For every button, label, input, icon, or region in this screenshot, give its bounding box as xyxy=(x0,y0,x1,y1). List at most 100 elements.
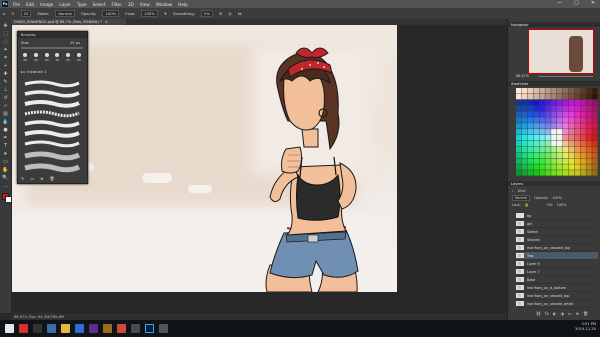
brush-preset-5[interactable]: 25 xyxy=(64,53,72,65)
visibility-icon[interactable] xyxy=(518,222,521,225)
type-tool-icon[interactable]: T xyxy=(2,143,9,149)
opacity-input[interactable]: 100% xyxy=(102,10,120,17)
brush-preset-1[interactable]: 30 xyxy=(21,53,29,65)
dodge-tool-icon[interactable]: ● xyxy=(2,127,9,133)
visibility-icon[interactable] xyxy=(518,278,521,281)
layer-row[interactable]: marlhary_on_showed_top xyxy=(516,244,598,252)
visibility-icon[interactable] xyxy=(518,230,521,233)
menu-view[interactable]: View xyxy=(140,2,150,7)
taskbar-app-icon[interactable] xyxy=(19,324,28,333)
swatches-header[interactable]: Swatches xyxy=(508,81,600,86)
pen-tool-icon[interactable]: ✒ xyxy=(2,135,9,141)
menu-image[interactable]: Image xyxy=(40,2,53,7)
fill-value[interactable]: 100% xyxy=(557,203,567,207)
visibility-icon[interactable] xyxy=(518,294,521,297)
layer-row[interactable]: bg xyxy=(516,212,598,220)
system-tray-clock[interactable]: 3:51 PM 2019-11-20 xyxy=(575,322,596,332)
layer-row[interactable]: Layer 6 xyxy=(516,260,598,268)
taskbar-app-icon[interactable] xyxy=(75,324,84,333)
brush-tool-icon[interactable]: ✎ xyxy=(11,11,14,16)
path-select-icon[interactable]: ➤ xyxy=(2,151,9,157)
visibility-icon[interactable] xyxy=(518,214,521,217)
navigator-zoom-value[interactable]: 66.67% xyxy=(516,74,529,78)
layer-row[interactable]: marlhary_on_shaved_white xyxy=(516,300,598,308)
visibility-icon[interactable] xyxy=(518,302,521,305)
menu-filter[interactable]: Filter xyxy=(111,2,121,7)
layer-row[interactable]: girl xyxy=(516,220,598,228)
add-mask-icon[interactable]: ◐ xyxy=(553,311,557,316)
layers-header[interactable]: Layers xyxy=(508,181,600,186)
brushes-panel-header[interactable]: Brushes xyxy=(18,32,87,38)
lasso-tool-icon[interactable]: ◌ xyxy=(2,39,9,45)
taskbar-app-icon[interactable] xyxy=(117,324,126,333)
layer-row-selected[interactable]: Trac xyxy=(516,252,598,260)
delete-layer-icon[interactable]: 🗑 xyxy=(583,311,588,316)
brush-group-header[interactable]: ▸▭ Inkbrush 1 xyxy=(21,70,46,74)
flow-input[interactable]: 100% xyxy=(141,10,158,17)
new-layer-icon[interactable]: ⊕ xyxy=(576,311,579,316)
filter-search-icon[interactable]: ⌕ xyxy=(512,189,514,193)
visibility-icon[interactable] xyxy=(518,286,521,289)
swatches-color-grid[interactable] xyxy=(516,88,598,176)
blend-mode-select[interactable]: Normal xyxy=(512,194,531,201)
brush-preset-4[interactable]: 25 xyxy=(53,53,61,65)
menu-help[interactable]: Help xyxy=(178,2,188,7)
layer-row[interactable]: Shoved xyxy=(516,236,598,244)
windows-start-icon[interactable] xyxy=(5,324,14,333)
move-tool-icon[interactable]: ✥ xyxy=(2,23,9,29)
hand-tool-icon[interactable]: ✋ xyxy=(2,167,9,173)
new-group-icon[interactable]: ▭ xyxy=(568,311,572,316)
new-group-icon[interactable]: ▭ xyxy=(30,176,34,181)
layer-row[interactable]: Base xyxy=(516,276,598,284)
eraser-icon[interactable]: ▱ xyxy=(2,103,9,109)
link-layers-icon[interactable]: ⛓ xyxy=(536,311,541,316)
menu-select[interactable]: Select xyxy=(93,2,106,7)
minimize-button[interactable]: — xyxy=(557,0,562,6)
taskbar-app-icon[interactable] xyxy=(159,324,168,333)
healing-brush-icon[interactable]: ✚ xyxy=(2,71,9,77)
gradient-icon[interactable]: ▥ xyxy=(2,111,9,117)
close-tab-icon[interactable]: × xyxy=(105,20,108,24)
brush-preset-6[interactable]: 50 xyxy=(75,53,83,65)
delete-brush-icon[interactable]: 🗑 xyxy=(50,176,55,181)
layer-style-icon[interactable]: fx xyxy=(545,311,549,316)
menu-edit[interactable]: Edit xyxy=(26,2,34,7)
symmetry-icon[interactable]: ⋈ xyxy=(238,11,242,16)
visibility-icon[interactable] xyxy=(518,254,521,257)
brush-stroke-list[interactable] xyxy=(21,78,83,174)
navigator-preview[interactable] xyxy=(528,29,594,74)
magic-wand-icon[interactable]: ✦ xyxy=(2,47,9,53)
menu-window[interactable]: Window xyxy=(156,2,173,7)
maximize-button[interactable]: ▢ xyxy=(574,0,579,6)
brush-preset-2[interactable]: 30 xyxy=(32,53,40,65)
layer-opacity-value[interactable]: 100% xyxy=(552,196,562,200)
brush-preset-3[interactable]: 30 xyxy=(43,53,51,65)
marquee-tool-icon[interactable]: ⬚ xyxy=(2,31,9,37)
visibility-icon[interactable] xyxy=(518,270,521,273)
shape-tool-icon[interactable]: ▭ xyxy=(2,159,9,165)
zoom-tool-icon[interactable]: 🔍 xyxy=(2,175,9,181)
close-window-button[interactable]: ✕ xyxy=(591,0,595,6)
layer-row[interactable]: marlhary_on_d_bottom xyxy=(516,284,598,292)
file-explorer-icon[interactable] xyxy=(61,324,70,333)
visibility-icon[interactable] xyxy=(518,246,521,249)
navigator-zoom-slider[interactable] xyxy=(538,76,593,77)
menu-layer[interactable]: Layer xyxy=(59,2,71,7)
history-brush-icon[interactable]: ↺ xyxy=(2,95,9,101)
brush-size-value[interactable]: 25 px xyxy=(70,41,80,45)
mode-select[interactable]: Normal xyxy=(55,10,75,17)
airbrush-icon[interactable]: ✈ xyxy=(164,11,167,16)
pressure-icon[interactable]: ◎ xyxy=(228,11,231,16)
more-tools-icon[interactable]: … xyxy=(2,183,9,189)
taskbar-app-icon[interactable] xyxy=(33,324,42,333)
navigator-header[interactable]: Navigator xyxy=(508,22,600,27)
photoshop-taskbar-icon[interactable] xyxy=(145,324,154,333)
taskbar-app-icon[interactable] xyxy=(47,324,56,333)
clone-stamp-icon[interactable]: ⊥ xyxy=(2,87,9,93)
smoothing-input[interactable]: 0% xyxy=(200,10,213,17)
brush-tool-icon[interactable]: ✎ xyxy=(2,79,9,85)
menu-type[interactable]: Type xyxy=(77,2,87,7)
layer-row[interactable]: marlhary_on_shaved_top xyxy=(516,292,598,300)
taskbar-app-icon[interactable] xyxy=(89,324,98,333)
taskbar-app-icon[interactable] xyxy=(131,324,140,333)
